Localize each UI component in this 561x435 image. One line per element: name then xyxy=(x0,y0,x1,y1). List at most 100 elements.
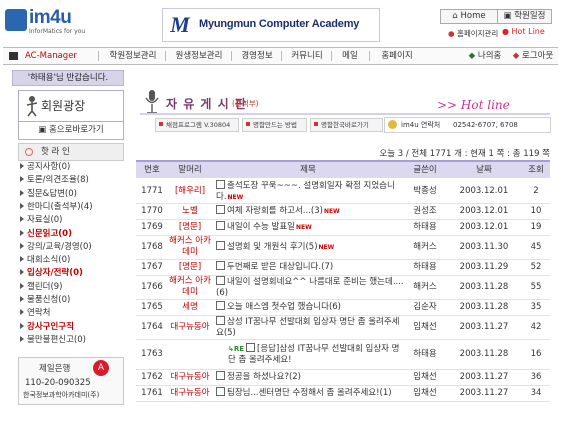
cell-no-text: 1768 xyxy=(141,241,163,252)
sidebar-item[interactable]: 질문&답변(0) xyxy=(18,189,77,200)
post-title[interactable]: 내일이 수능 발표일 xyxy=(227,222,295,232)
cell-title[interactable]: 내일이 설명회네요^^ 나름대로 준비는 했는데....(6) xyxy=(212,275,404,299)
table-row[interactable]: 1763 ↳RE [응답]삼성 IT꿈나무 선발대회 입상자 명단 좀 올려주세요!… xyxy=(136,339,550,370)
nav-academy-info[interactable]: 학원정보관리 xyxy=(103,48,163,64)
post-title[interactable]: 여체 자랑회를 하고서...(3) xyxy=(227,206,323,216)
ac-manager-button[interactable]: AC-Manager xyxy=(3,48,98,64)
cell-no: 1765 xyxy=(136,299,168,315)
cell-title[interactable]: 내일이 수능 발표일NEW xyxy=(212,219,404,235)
table-row[interactable]: 1762 대구뉴동아 정공을 하셨나요?(2) 임채선 2003.11.27 36 xyxy=(136,369,550,386)
home-icon: ⌂ xyxy=(452,11,461,21)
cell-head: [명문] xyxy=(168,259,212,275)
cell-writer: 해커스 xyxy=(404,235,446,259)
sidebar-item-label: 한마디(출석부)(4) xyxy=(27,201,93,212)
cell-title[interactable]: 설명회 및 개원식 후기(5)NEW xyxy=(212,235,404,259)
table-row[interactable]: 1768 해커스 아카데미 설명회 및 개원식 후기(5)NEW 해커스 2003.11… xyxy=(136,235,550,260)
member-plaza-box[interactable]: 회원광장 ▣ 홈으로바로가기 xyxy=(18,90,124,140)
cell-title[interactable]: 두번째로 받은 대상입니다.(7) xyxy=(212,259,404,275)
arrow-bullet-icon xyxy=(20,202,24,209)
academy-banner[interactable]: M Myungmun Computer Academy xyxy=(162,8,380,42)
cell-views-text: 55 xyxy=(530,281,542,292)
table-row[interactable]: 1771 [해우리] 출석도장 꾸욱~~~. 설명회일자 확정 지었습니다.NEW 박… xyxy=(136,179,550,204)
table-row[interactable]: 1767 [명문] 두번째로 받은 대상입니다.(7) 하태용 2003.11.29 52 xyxy=(136,259,550,276)
col-title: 제목 xyxy=(300,165,316,175)
cell-title[interactable]: 정공을 하셨나요?(2) xyxy=(212,369,404,385)
sidebar-item[interactable]: 불만불편신고(0) xyxy=(18,335,86,346)
post-title[interactable]: 설명회 및 개원식 후기(5) xyxy=(227,242,318,252)
divider xyxy=(369,51,370,61)
cell-head: 세명 xyxy=(168,299,212,315)
sidebar-item[interactable]: 신문읽고(0) xyxy=(18,229,72,240)
im4u-logo[interactable]: im4u InforMatics for you xyxy=(5,7,123,37)
cell-head-text: [해우리] xyxy=(174,185,206,196)
arrow-bullet-icon xyxy=(20,335,24,342)
nav-community[interactable]: 커뮤니티 xyxy=(285,48,329,64)
nav-homepage[interactable]: 홈페이지 xyxy=(375,48,419,64)
nav-student-info[interactable]: 원생정보관리 xyxy=(169,48,229,64)
sidebar-item[interactable]: 한마디(출석부)(4) xyxy=(18,202,93,213)
table-row[interactable]: 1764 대구뉴동아 삼성 IT꿈나무 선발대회 입상자 명단 좀 올려주세요(5)… xyxy=(136,315,550,340)
cell-title[interactable]: 여체 자랑회를 하고서...(3)NEW xyxy=(212,203,404,219)
sidebar-item[interactable]: 연락처 xyxy=(18,308,50,319)
sidebar-item[interactable]: 강사구인구직 xyxy=(18,322,74,333)
table-row[interactable]: 1769 [명문] 내일이 수능 발표일NEW 하태용 2003.12.01 19 xyxy=(136,219,550,236)
post-title[interactable]: 정공을 하셨나요?(2) xyxy=(227,372,301,382)
table-row[interactable]: 1766 해커스 아카데미 내일이 설명회네요^^ 나름대로 준비는 했는데....… xyxy=(136,275,550,300)
cell-writer-text: 해커스 xyxy=(413,281,437,292)
homepage-admin-link[interactable]: ● 홈페이지관리 xyxy=(448,28,498,39)
cell-date: 2003.11.29 xyxy=(446,259,522,275)
cell-date-text: 2003.11.27 xyxy=(459,321,509,332)
sidebar-item[interactable]: 자료실(0) xyxy=(18,215,63,226)
post-title[interactable]: 오늘 애스엠 첫수업 했습니다(6) xyxy=(227,302,341,312)
cell-date-text: 2003.11.29 xyxy=(459,261,509,272)
schedule-button[interactable]: ▣ 학원일정 xyxy=(497,9,552,24)
sidebar-item[interactable]: 대회소식(0) xyxy=(18,255,70,266)
namecard-korea-link[interactable]: 명함한국바로가기 xyxy=(310,118,383,132)
cell-date: 2003.11.28 xyxy=(446,299,522,315)
cell-title[interactable]: 오늘 애스엠 첫수업 했습니다(6) xyxy=(212,299,404,315)
nav-management[interactable]: 경영정보 xyxy=(235,48,279,64)
post-title[interactable]: 팀장님...센터명단 수정해서 좀 올려주세요!(1) xyxy=(227,388,392,398)
cell-head-text: [명문] xyxy=(178,261,202,272)
cell-title[interactable]: 출석도장 꾸욱~~~. 설명회일자 확정 지었습니다.NEW xyxy=(212,179,404,203)
my-home-button[interactable]: ◆ 나의홈 xyxy=(463,48,507,64)
logout-icon: ◆ xyxy=(512,51,522,61)
post-title[interactable]: 내일이 설명회네요^^ 나름대로 준비는 했는데....(6) xyxy=(216,277,404,298)
cell-date: 2003.11.30 xyxy=(446,235,522,259)
memo-icon xyxy=(216,261,225,270)
table-row[interactable]: 1765 세명 오늘 애스엠 첫수업 했습니다(6) 김순자 2003.11.28 35 xyxy=(136,299,550,316)
home-button[interactable]: ⌂ Home xyxy=(440,9,498,24)
grading-program-link[interactable]: 채점프로그램 V.30804 xyxy=(155,118,239,132)
cell-title[interactable]: ↳RE [응답]삼성 IT꿈나무 선발대회 입상자 명단 좀 올려주세요! xyxy=(212,339,404,369)
sidebar-item[interactable]: 캘린더(9) xyxy=(18,282,63,293)
divider xyxy=(281,51,282,61)
cell-no: 1763 xyxy=(136,339,168,369)
cell-title[interactable]: 삼성 IT꿈나무 선발대회 입상자 명단 좀 올려주세요(5) xyxy=(212,315,404,339)
sidebar-item[interactable]: 강의/교육/경영(0) xyxy=(18,242,92,253)
sidebar-item[interactable]: 입상자/전략(0) xyxy=(18,268,83,279)
sidebar-item[interactable]: 물품신청(0) xyxy=(18,295,70,306)
cell-views: 16 xyxy=(522,339,550,369)
cell-no-text: 1765 xyxy=(141,301,163,312)
namecard-howto-link[interactable]: 명함만드는 방법 xyxy=(242,118,307,132)
memo-icon xyxy=(216,275,225,285)
hotline-link[interactable]: ● Hot Line xyxy=(502,27,545,36)
post-title[interactable]: 삼성 IT꿈나무 선발대회 입상자 명단 좀 올려주세요(5) xyxy=(216,317,400,338)
memo-icon xyxy=(216,301,225,310)
logout-button[interactable]: ◆ 로그아웃 xyxy=(509,48,557,64)
table-row[interactable]: 1770 노벨 여체 자랑회를 하고서...(3)NEW 권성조 2003.12.01 1… xyxy=(136,203,550,220)
reply-icon: ↳RE xyxy=(228,344,245,353)
cell-writer: 김순자 xyxy=(404,299,446,315)
home-icon: ◆ xyxy=(468,51,478,61)
memo-icon xyxy=(216,387,225,396)
academy-name: Myungmun Computer Academy xyxy=(199,18,360,30)
nav-mail[interactable]: 메일 xyxy=(335,48,365,64)
sidebar-item[interactable]: 토론/의견조율(8) xyxy=(18,175,89,186)
sidebar-item[interactable]: 공지사항(0) xyxy=(18,162,70,173)
cell-title[interactable]: 팀장님...센터명단 수정해서 좀 올려주세요!(1) xyxy=(212,385,404,401)
logo-text: im4u xyxy=(29,7,72,28)
home-shortcut-link[interactable]: ▣ 홈으로바로가기 xyxy=(19,121,123,138)
cell-views-text: 45 xyxy=(530,241,542,252)
post-title[interactable]: 두번째로 받은 대상입니다.(7) xyxy=(227,262,333,272)
table-row[interactable]: 1761 대구뉴동아 팀장님...센터명단 수정해서 좀 올려주세요!(1) 임채선 2… xyxy=(136,385,550,402)
